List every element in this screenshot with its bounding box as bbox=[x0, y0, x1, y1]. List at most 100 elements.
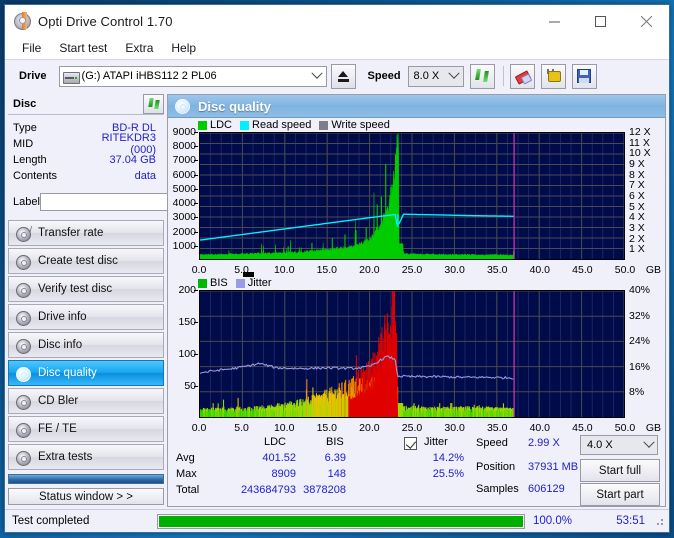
ldc-y-tick: 8000 bbox=[172, 140, 196, 153]
sidebar-item-label: FE / TE bbox=[38, 423, 77, 435]
sidebar-accent-strip bbox=[8, 474, 164, 485]
ldc-chart-legend: LDC Read speed Write speed bbox=[198, 119, 395, 131]
status-window-button[interactable]: Status window > > bbox=[8, 488, 164, 505]
ldc-y-tick: 2000 bbox=[172, 225, 196, 238]
menu-item-extra[interactable]: Extra bbox=[116, 39, 162, 57]
ldc-plot-area[interactable] bbox=[199, 132, 625, 260]
disc-info-icon bbox=[15, 338, 32, 354]
sidebar-item-verify-test-disc[interactable]: Verify test disc bbox=[8, 276, 164, 302]
stats-panel: LDC BIS Avg Max Total 401.52 8909 243684… bbox=[168, 434, 665, 508]
drive-label: Drive bbox=[19, 70, 47, 82]
disc-quality-icon bbox=[174, 99, 190, 114]
speed-select-value: 8.0 X bbox=[413, 70, 440, 82]
sidebar-item-fe-te[interactable]: FE / TE bbox=[8, 416, 164, 442]
desktop-background: Opti Drive Control 1.70 File Start test … bbox=[0, 0, 674, 538]
legend-swatch-ldc bbox=[198, 120, 207, 130]
title-bar: Opti Drive Control 1.70 bbox=[5, 5, 669, 37]
disc-info-list: Type BD-R DL MID RITEKDR3 (000) Length 3… bbox=[8, 115, 164, 188]
progress-bar bbox=[157, 513, 525, 529]
sidebar-item-extra-tests[interactable]: Extra tests bbox=[8, 444, 164, 470]
disc-type-label: Type bbox=[13, 122, 37, 134]
ldc-x-tick: 20.0 bbox=[359, 264, 380, 276]
bis-x-tick: 45.0 bbox=[572, 422, 593, 434]
legend-label-jitter: Jitter bbox=[247, 277, 272, 289]
ldc-total-value: 243684793 bbox=[240, 484, 296, 496]
bis-x-tick: 10.0 bbox=[273, 422, 295, 434]
bis-x-tick: 40.0 bbox=[529, 422, 551, 434]
save-icon bbox=[577, 69, 592, 83]
progress-bar-fill bbox=[159, 515, 523, 527]
jitter-checkbox[interactable] bbox=[404, 437, 417, 450]
disc-info-row: Contents data bbox=[13, 168, 162, 184]
disc-rate-icon: / bbox=[15, 225, 32, 242]
speed-select[interactable]: 8.0 X bbox=[407, 65, 464, 87]
refresh-button[interactable] bbox=[469, 63, 495, 89]
ldc-y2-tick: 7 X bbox=[629, 179, 645, 192]
chevron-down-icon bbox=[640, 436, 657, 455]
ldc-max-value: 8909 bbox=[271, 468, 296, 480]
sidebar-item-disc-quality[interactable]: Disc quality bbox=[8, 360, 164, 386]
app-window: Opti Drive Control 1.70 File Start test … bbox=[4, 4, 670, 533]
speed-stat-label: Speed bbox=[476, 437, 508, 449]
bis-plot-area[interactable] bbox=[199, 290, 625, 418]
save-button[interactable] bbox=[571, 63, 597, 89]
ldc-avg-value: 401.52 bbox=[262, 452, 296, 464]
eject-button[interactable] bbox=[330, 63, 356, 89]
sidebar-item-cd-bler[interactable]: CD Bler bbox=[8, 388, 164, 414]
maximize-icon[interactable] bbox=[577, 5, 623, 37]
menu-item-help[interactable]: Help bbox=[162, 39, 205, 57]
panel-header: Disc quality bbox=[168, 95, 665, 118]
bis-x-tick: 0.0 bbox=[191, 422, 207, 434]
bis-y2-tick: 16% bbox=[629, 360, 651, 373]
disc-quality-panel: Disc quality LDC Read speed Write speed bbox=[167, 94, 666, 507]
ldc-y-tick: 3000 bbox=[172, 211, 196, 224]
sidebar-item-label: Drive info bbox=[38, 311, 87, 323]
bis-y2-tick: 24% bbox=[629, 335, 651, 348]
ldc-x-tick: 10.0 bbox=[273, 264, 295, 276]
sidebar-item-label: CD Bler bbox=[38, 395, 79, 407]
test-speed-select[interactable]: 4.0 X bbox=[580, 435, 658, 455]
refresh-icon bbox=[147, 98, 160, 110]
disc-extra-icon bbox=[15, 450, 32, 466]
ldc-y2-tick: 4 X bbox=[629, 211, 645, 224]
drive-select[interactable]: (G:) ATAPI iHBS112 2 PL06 bbox=[58, 65, 327, 87]
elapsed-time: 53:51 bbox=[616, 515, 645, 527]
minimize-icon[interactable] bbox=[531, 5, 577, 37]
sidebar-item-create-test-disc[interactable]: Create test disc bbox=[8, 248, 164, 274]
disc-contents-label: Contents bbox=[13, 170, 58, 182]
start-part-button[interactable]: Start part bbox=[580, 483, 660, 506]
sidebar-item-disc-info[interactable]: Disc info bbox=[8, 332, 164, 358]
bis-x-axis-unit: GB bbox=[645, 422, 661, 434]
speed-stat-value: 2.99 X bbox=[528, 437, 560, 449]
bis-x-tick: 30.0 bbox=[444, 422, 465, 434]
menu-item-start-test[interactable]: Start test bbox=[50, 39, 116, 57]
ldc-y2-tick: 6 X bbox=[629, 190, 645, 202]
nav-list: / Transfer rate Create test disc Verify … bbox=[8, 220, 164, 470]
close-icon[interactable] bbox=[623, 5, 669, 37]
eraser-icon bbox=[514, 69, 532, 85]
legend-swatch-bis bbox=[198, 278, 207, 288]
jitter-max-value: 25.5% bbox=[432, 468, 464, 480]
bis-x-tick: 25.0 bbox=[401, 422, 423, 434]
menu-bar: File Start test Extra Help bbox=[5, 37, 669, 59]
start-full-button[interactable]: Start full bbox=[580, 459, 660, 482]
sidebar-item-label: Extra tests bbox=[38, 451, 93, 463]
sidebar-item-transfer-rate[interactable]: / Transfer rate bbox=[8, 220, 164, 246]
disc-verify-icon bbox=[15, 282, 32, 298]
disc-section-title: Disc bbox=[13, 98, 37, 110]
erase-button[interactable] bbox=[509, 63, 535, 89]
resize-grip[interactable] bbox=[653, 515, 665, 527]
disc-refresh-button[interactable] bbox=[143, 94, 164, 114]
speed-label: Speed bbox=[367, 70, 401, 82]
page-title: Disc quality bbox=[198, 98, 271, 114]
disc-fete-icon bbox=[15, 422, 32, 438]
sidebar-item-label: Create test disc bbox=[38, 255, 118, 267]
legend-swatch-read-speed bbox=[240, 120, 250, 130]
sidebar-item-drive-info[interactable]: Drive info bbox=[8, 304, 164, 330]
bis-plot-svg bbox=[200, 291, 624, 417]
connection-button[interactable] bbox=[540, 63, 566, 89]
optical-drive-icon bbox=[62, 70, 80, 84]
sidebar-item-label: Transfer rate bbox=[38, 227, 104, 239]
menu-item-file[interactable]: File bbox=[13, 39, 50, 57]
ldc-x-tick: 45.0 bbox=[572, 264, 593, 276]
